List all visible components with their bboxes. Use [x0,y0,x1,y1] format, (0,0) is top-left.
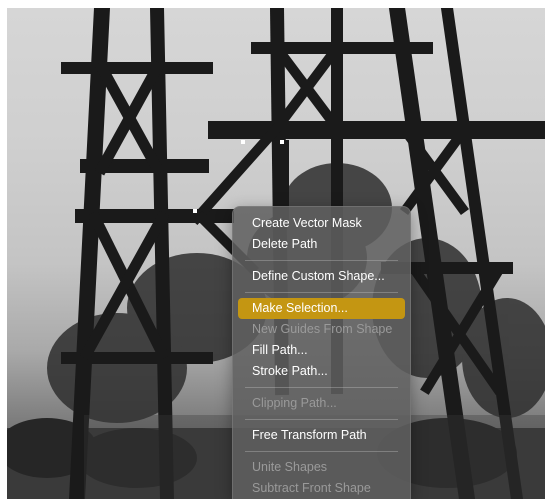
path-anchor-handle[interactable] [280,140,284,144]
path-context-menu: Create Vector Mask Delete Path Define Cu… [232,206,411,499]
menu-item-unite-shapes: Unite Shapes [252,460,328,474]
menu-item-create-vector-mask[interactable]: Create Vector Mask [238,213,405,234]
menu-separator [245,260,398,261]
path-anchor-handle[interactable] [193,209,197,213]
path-anchor-handle[interactable] [241,140,245,144]
menu-item-delete-path[interactable]: Delete Path [238,234,405,255]
menu-item-define-custom-shape[interactable]: Define Custom Shape... [238,266,405,287]
menu-item-fill-path[interactable]: Fill Path... [238,340,405,361]
menu-item-stroke-path[interactable]: Stroke Path... [238,361,405,382]
menu-item-subtract-front-shape: Subtract Front Shape [252,481,371,495]
menu-separator [245,451,398,452]
menu-item-clipping-path: Clipping Path... [252,396,337,410]
menu-separator [245,292,398,293]
menu-item-new-guides-from-shape: New Guides From Shape [252,322,393,336]
menu-item-free-transform-path[interactable]: Free Transform Path [238,425,405,446]
menu-separator [245,419,398,420]
menu-separator [245,387,398,388]
menu-item-make-selection[interactable]: Make Selection... [238,298,405,319]
